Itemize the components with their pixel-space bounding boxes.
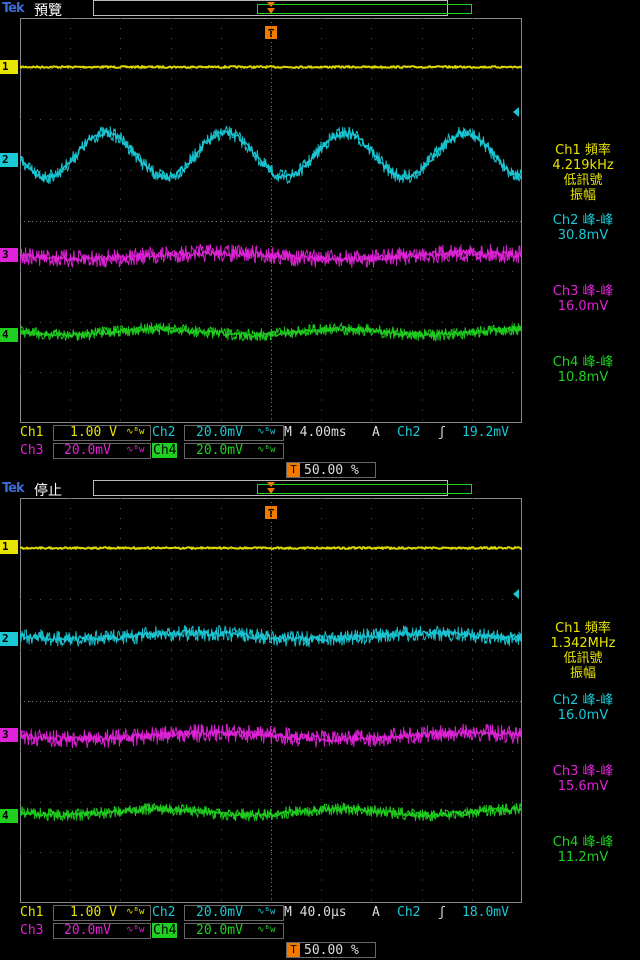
waveform-graticule[interactable] [20, 18, 522, 423]
bandwidth-limit-icon: ∿ᴮw [257, 427, 276, 437]
ch4-ground-marker[interactable]: 4 [0, 328, 18, 342]
trigger-mode[interactable]: A [372, 905, 380, 920]
measurement-value: 15.6mV [557, 779, 609, 794]
ch1-ground-marker[interactable]: 1 [0, 540, 18, 554]
ch4-trace [20, 802, 522, 822]
ch3-scale: 20.0mV [64, 923, 111, 938]
ch4-ground-marker[interactable]: 4 [0, 809, 18, 823]
measurement-note: 低訊號 [563, 173, 603, 188]
trigger-source[interactable]: Ch2 [397, 425, 420, 440]
ch2-ground-marker[interactable]: 2 [0, 632, 18, 646]
ch4-scale: 20.0mV [196, 923, 243, 938]
trigger-level[interactable]: 19.2mV [462, 425, 509, 440]
trigger-position-value: 50.00 % [304, 463, 359, 478]
measurement-note: 振幅 [569, 188, 596, 203]
graticule-svg [20, 18, 522, 423]
ch2-scale: 20.0mV [196, 425, 243, 440]
trigger-source[interactable]: Ch2 [397, 905, 420, 920]
acquisition-status: 預覽 [34, 3, 62, 19]
acquisition-status: 停止 [34, 483, 62, 499]
ch2-label[interactable]: Ch2 [152, 425, 175, 440]
measurement-value: 30.8mV [557, 228, 609, 243]
ch2-label[interactable]: Ch2 [152, 905, 175, 920]
measurement-label: Ch3 峰-峰 [552, 284, 614, 299]
bandwidth-limit-icon: ∿ᴮw [126, 427, 145, 437]
ch2-trace [20, 625, 522, 648]
measurement-label: Ch1 頻率 [555, 143, 611, 158]
waveform-graticule[interactable] [20, 498, 522, 903]
ch1-label[interactable]: Ch1 [20, 425, 43, 440]
ch4-label[interactable]: Ch4 [152, 443, 178, 458]
measurement-value: 1.342MHz [550, 636, 616, 651]
measurement-note: 低訊號 [563, 651, 603, 666]
graticule-svg [20, 498, 522, 903]
bandwidth-limit-icon: ∿ᴮw [257, 907, 276, 917]
header-bar: Tek 停止 [0, 480, 640, 499]
ch1-scale: 1.00 V [70, 425, 117, 440]
ch1-trace [20, 546, 522, 550]
trigger-position-readout[interactable]: T 50.00 % [286, 462, 376, 478]
trigger-position-icon: T [287, 463, 300, 477]
measurement-value: 10.8mV [557, 370, 609, 385]
trigger-position-value: 50.00 % [304, 943, 359, 958]
measurement-label: Ch1 頻率 [555, 621, 611, 636]
record-view-window [257, 484, 472, 494]
measurement-value: 11.2mV [557, 850, 609, 865]
measurement-ch1-frequency: Ch1 頻率 4.219kHz 低訊號 振幅 [526, 143, 640, 203]
measurement-value: 4.219kHz [552, 158, 614, 173]
measurement-ch4-pk-pk: Ch4 峰-峰 11.2mV [526, 835, 640, 865]
measurement-note: 振幅 [569, 666, 596, 681]
trigger-mode[interactable]: A [372, 425, 380, 440]
ch1-label[interactable]: Ch1 [20, 905, 43, 920]
measurement-ch2-pk-pk: Ch2 峰-峰 30.8mV [526, 213, 640, 243]
ch4-label[interactable]: Ch4 [152, 923, 178, 938]
trigger-level[interactable]: 18.0mV [462, 905, 509, 920]
trigger-slope-icon: ʃ [438, 905, 446, 920]
trigger-level-arrow-icon [513, 589, 519, 599]
measurement-ch4-pk-pk: Ch4 峰-峰 10.8mV [526, 355, 640, 385]
ch3-ground-marker[interactable]: 3 [0, 728, 18, 742]
ch3-ground-marker[interactable]: 3 [0, 248, 18, 262]
ch4-trace [20, 322, 522, 342]
trigger-level-arrow-icon [513, 107, 519, 117]
timebase[interactable]: M 4.00ms [284, 425, 347, 440]
trigger-position-readout[interactable]: T 50.00 % [286, 942, 376, 958]
ch1-ground-marker[interactable]: 1 [0, 60, 18, 74]
timebase[interactable]: M 40.0µs [284, 905, 347, 920]
tek-logo: Tek [2, 1, 25, 16]
measurement-label: Ch4 峰-峰 [552, 355, 614, 370]
ch2-ground-marker[interactable]: 2 [0, 153, 18, 167]
bandwidth-limit-icon: ∿ᴮw [257, 445, 276, 455]
ch4-scale: 20.0mV [196, 443, 243, 458]
record-view-window [257, 4, 472, 14]
ch3-label[interactable]: Ch3 [20, 443, 43, 458]
measurement-label: Ch2 峰-峰 [552, 693, 614, 708]
ch3-scale: 20.0mV [64, 443, 111, 458]
ch1-scale: 1.00 V [70, 905, 117, 920]
bandwidth-limit-icon: ∿ᴮw [126, 445, 145, 455]
bandwidth-limit-icon: ∿ᴮw [126, 907, 145, 917]
measurement-ch3-pk-pk: Ch3 峰-峰 15.6mV [526, 764, 640, 794]
scope-screen-top: Tek 預覽 T 1 2 3 4 Ch1 頻率 4.219kHz 低訊號 振幅 … [0, 0, 640, 480]
measurement-value: 16.0mV [557, 299, 609, 314]
trigger-position-icon: T [287, 943, 300, 957]
measurement-ch3-pk-pk: Ch3 峰-峰 16.0mV [526, 284, 640, 314]
measurement-label: Ch2 峰-峰 [552, 213, 614, 228]
tek-logo: Tek [2, 481, 25, 496]
measurement-label: Ch3 峰-峰 [552, 764, 614, 779]
ch1-trace [20, 65, 522, 69]
header-bar: Tek 預覽 [0, 0, 640, 19]
bandwidth-limit-icon: ∿ᴮw [126, 925, 145, 935]
scope-screen-bottom: Tek 停止 T 1 2 3 4 Ch1 頻率 1.342MHz 低訊號 振幅 … [0, 480, 640, 960]
measurement-label: Ch4 峰-峰 [552, 835, 614, 850]
measurement-ch1-frequency: Ch1 頻率 1.342MHz 低訊號 振幅 [526, 621, 640, 681]
measurement-ch2-pk-pk: Ch2 峰-峰 16.0mV [526, 693, 640, 723]
measurement-value: 16.0mV [557, 708, 609, 723]
bandwidth-limit-icon: ∿ᴮw [257, 925, 276, 935]
ch2-scale: 20.0mV [196, 905, 243, 920]
trigger-slope-icon: ʃ [438, 425, 446, 440]
ch3-label[interactable]: Ch3 [20, 923, 43, 938]
